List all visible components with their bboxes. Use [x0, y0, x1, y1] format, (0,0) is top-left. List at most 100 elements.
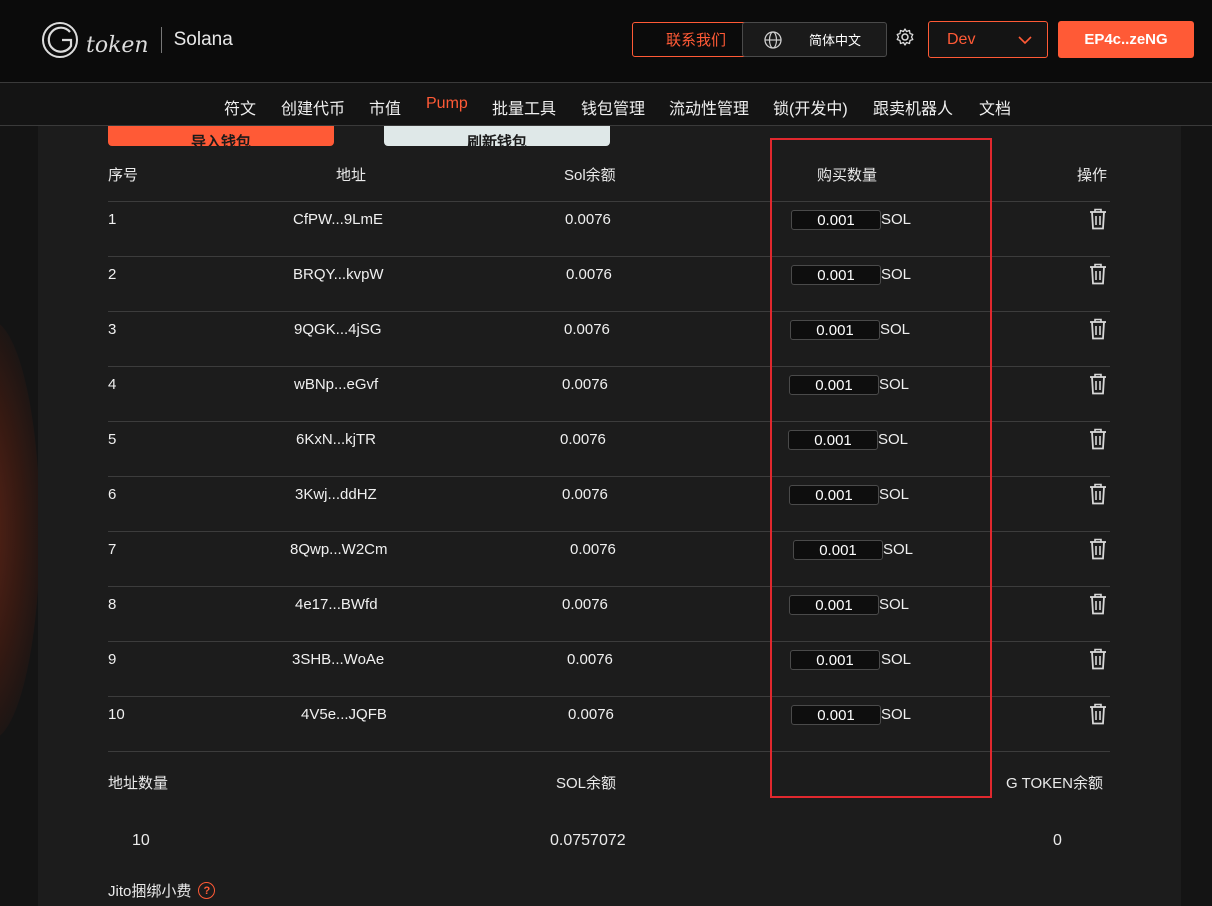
- refresh-wallet-label: 刷新钱包: [466, 134, 527, 146]
- trash-icon[interactable]: [1087, 372, 1109, 396]
- trash-icon[interactable]: [1087, 592, 1109, 616]
- nav-item-wallet-management[interactable]: 钱包管理: [581, 95, 645, 119]
- buy-amount-unit: SOL: [879, 596, 910, 613]
- trash-icon[interactable]: [1087, 647, 1109, 671]
- header-buy-amount: 购买数量: [817, 167, 878, 184]
- language-label: 简体中文: [809, 33, 862, 48]
- chain-name: Solana: [173, 29, 233, 50]
- refresh-wallet-button[interactable]: 刷新钱包: [384, 126, 610, 146]
- buy-amount-unit: SOL: [878, 431, 909, 448]
- row-address[interactable]: 4V5e...JQFB: [301, 706, 387, 723]
- nav-item-pump[interactable]: Pump: [426, 95, 468, 113]
- row-sol-balance: 0.0076: [562, 376, 608, 393]
- buy-amount-input[interactable]: [791, 210, 881, 230]
- buy-amount-input[interactable]: [788, 430, 878, 450]
- buy-amount-input[interactable]: [791, 265, 881, 285]
- row-address[interactable]: 3Kwj...ddHZ: [295, 486, 377, 503]
- nav-item-lock[interactable]: 锁(开发中): [773, 95, 848, 119]
- nav-item-batch-tools[interactable]: 批量工具: [492, 95, 556, 119]
- nav-item-runes[interactable]: 符文: [224, 95, 256, 119]
- row-sol-balance: 0.0076: [566, 266, 612, 283]
- wallet-button[interactable]: EP4c..zeNG: [1058, 21, 1194, 58]
- row-address[interactable]: wBNp...eGvf: [294, 376, 378, 393]
- jito-tip-label: Jito捆绑小费: [108, 883, 192, 900]
- buy-amount-input[interactable]: [790, 320, 880, 340]
- jito-tip-label-row: Jito捆绑小费 ?: [108, 880, 216, 901]
- row-index: 3: [108, 321, 117, 338]
- row-sol-balance: 0.0076: [570, 541, 616, 558]
- nav-item-create-token[interactable]: 创建代币: [281, 95, 345, 119]
- summary-gtoken-balance: 0: [1053, 832, 1062, 849]
- background-decoration: [0, 320, 40, 740]
- row-address[interactable]: 4e17...BWfd: [295, 596, 378, 613]
- row-sol-balance: 0.0076: [564, 321, 610, 338]
- row-sol-balance: 0.0076: [565, 211, 611, 228]
- nav-item-copy-trade-bot[interactable]: 跟卖机器人: [873, 95, 953, 119]
- trash-icon[interactable]: [1087, 427, 1109, 451]
- buy-amount-unit: SOL: [881, 651, 912, 668]
- row-index: 5: [108, 431, 117, 448]
- network-select[interactable]: Dev: [928, 21, 1048, 58]
- wallet-table-panel: 导入钱包 刷新钱包 序号 地址 Sol余额 购买数量 操作 1 CfPW...9L…: [38, 126, 1181, 906]
- buy-amount-highlight: [770, 138, 992, 798]
- row-divider: [108, 366, 1110, 367]
- buy-amount-unit: SOL: [880, 321, 911, 338]
- row-address[interactable]: 3SHB...WoAe: [292, 651, 384, 668]
- row-index: 6: [108, 486, 117, 503]
- help-icon[interactable]: ?: [198, 882, 216, 899]
- row-address[interactable]: CfPW...9LmE: [293, 211, 383, 228]
- row-sol-balance: 0.0076: [567, 651, 613, 668]
- trash-icon[interactable]: [1087, 702, 1109, 726]
- trash-icon[interactable]: [1087, 317, 1109, 341]
- buy-amount-unit: SOL: [879, 376, 910, 393]
- logo-divider: [160, 27, 162, 53]
- nav-item-liquidity[interactable]: 流动性管理: [669, 95, 749, 119]
- import-wallet-button[interactable]: 导入钱包: [108, 126, 334, 146]
- row-divider: [108, 531, 1110, 532]
- row-index: 9: [108, 651, 117, 668]
- buy-amount-unit: SOL: [881, 706, 912, 723]
- row-divider: [108, 696, 1110, 697]
- buy-amount-input[interactable]: [789, 595, 879, 615]
- table-divider: [108, 751, 1110, 752]
- top-header: token Solana 联系我们 简体中文 Dev EP4c..zeNG: [0, 0, 1212, 82]
- network-label: Dev: [947, 30, 976, 48]
- brand-logo[interactable]: token Solana: [40, 20, 233, 60]
- summary-address-count-label: 地址数量: [108, 775, 169, 792]
- main-nav: 符文 创建代币 市值 Pump 批量工具 钱包管理 流动性管理 锁(开发中) 跟…: [0, 82, 1212, 126]
- row-sol-balance: 0.0076: [562, 486, 608, 503]
- header-address: 地址: [336, 167, 367, 184]
- row-address[interactable]: 6KxN...kjTR: [296, 431, 376, 448]
- row-divider: [108, 311, 1110, 312]
- row-divider: [108, 476, 1110, 477]
- trash-icon[interactable]: [1087, 207, 1109, 231]
- row-address[interactable]: 9QGK...4jSG: [294, 321, 382, 338]
- row-index: 1: [108, 211, 117, 228]
- trash-icon[interactable]: [1087, 537, 1109, 561]
- row-address[interactable]: BRQY...kvpW: [293, 266, 384, 283]
- row-address[interactable]: 8Qwp...W2Cm: [290, 541, 388, 558]
- buy-amount-input[interactable]: [790, 650, 880, 670]
- buy-amount-input[interactable]: [789, 485, 879, 505]
- brand-name: token: [86, 32, 149, 58]
- row-index: 2: [108, 266, 117, 283]
- chevron-down-icon: [1017, 33, 1033, 45]
- header-index: 序号: [108, 167, 139, 184]
- contact-us-button[interactable]: 联系我们: [632, 22, 760, 57]
- buy-amount-unit: SOL: [881, 211, 912, 228]
- language-selector[interactable]: 简体中文: [742, 22, 887, 57]
- row-divider: [108, 421, 1110, 422]
- summary-gtoken-balance-label: G TOKEN余额: [1006, 775, 1103, 792]
- row-divider: [108, 586, 1110, 587]
- buy-amount-input[interactable]: [789, 375, 879, 395]
- trash-icon[interactable]: [1087, 482, 1109, 506]
- gear-icon[interactable]: [895, 27, 915, 47]
- buy-amount-input[interactable]: [791, 705, 881, 725]
- nav-item-market-cap[interactable]: 市值: [369, 95, 401, 119]
- buy-amount-input[interactable]: [793, 540, 883, 560]
- summary-address-count: 10: [132, 832, 150, 849]
- header-balance: Sol余额: [564, 167, 616, 184]
- nav-item-docs[interactable]: 文档: [979, 95, 1011, 119]
- trash-icon[interactable]: [1087, 262, 1109, 286]
- row-index: 8: [108, 596, 117, 613]
